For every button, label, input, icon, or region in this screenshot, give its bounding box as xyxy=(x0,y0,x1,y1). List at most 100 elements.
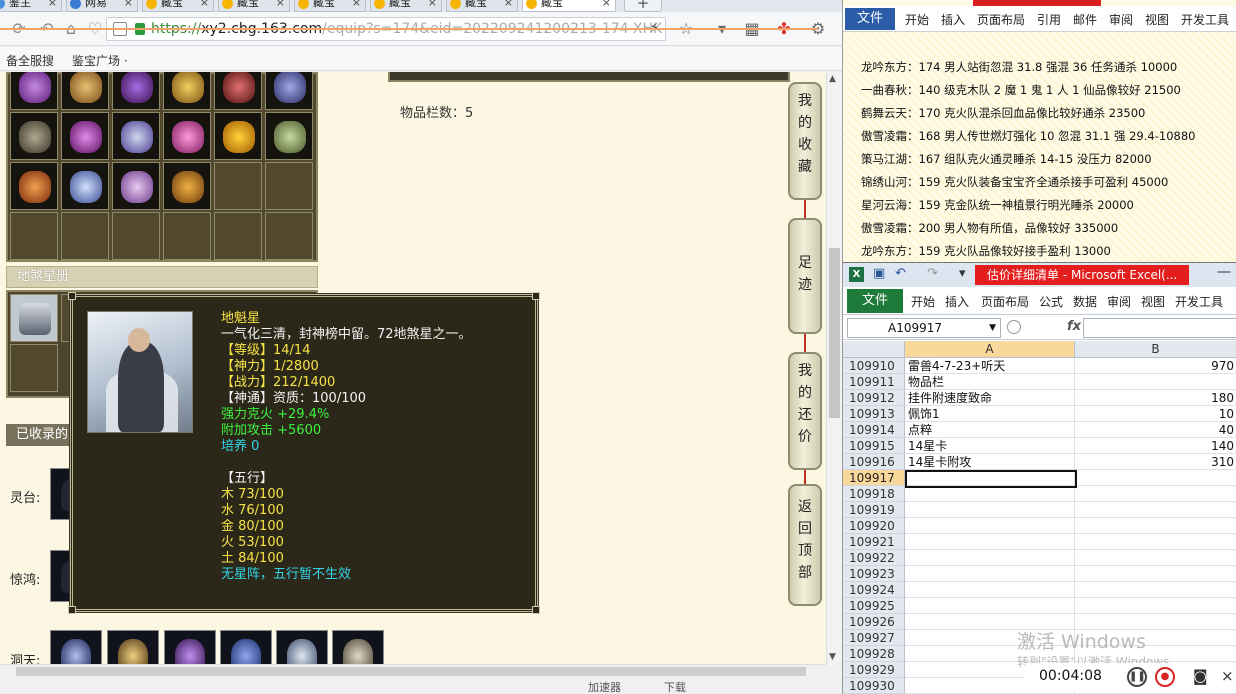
chevron-down-icon[interactable]: ▼ xyxy=(989,319,996,337)
row-header[interactable]: 109920 xyxy=(843,518,905,534)
browser-tab[interactable]: 鉴主 × xyxy=(0,0,62,12)
cancel-icon[interactable] xyxy=(1007,320,1021,334)
close-icon[interactable]: × xyxy=(1221,667,1234,685)
redo-icon[interactable]: ↷ xyxy=(927,266,938,281)
cell-b[interactable]: 10 xyxy=(1075,406,1236,422)
cell-a[interactable]: 雷兽4-7-23+听天 xyxy=(905,358,1075,374)
excel-menu-item[interactable]: 审阅 xyxy=(1107,293,1131,310)
scrollbar-thumb[interactable] xyxy=(829,248,840,418)
excel-menu-item[interactable]: 开始 xyxy=(911,293,935,310)
row-header[interactable]: 109914 xyxy=(843,422,905,438)
row-header[interactable]: 109928 xyxy=(843,646,905,662)
browser-tab[interactable]: 藏宝 × xyxy=(294,0,366,12)
row-header[interactable]: 109929 xyxy=(843,662,905,678)
row-header[interactable]: 109913 xyxy=(843,406,905,422)
cell-a[interactable] xyxy=(905,486,1075,502)
excel-menu-item[interactable]: 页面布局 xyxy=(981,293,1029,310)
row-header[interactable]: 109910 xyxy=(843,358,905,374)
pause-icon[interactable]: ❚❚ xyxy=(1127,667,1147,687)
tab-close-icon[interactable]: × xyxy=(352,0,361,11)
cell-b[interactable]: 140 xyxy=(1075,438,1236,454)
excel-menu-item[interactable]: 开发工具 xyxy=(1175,293,1223,310)
row-header[interactable]: 109923 xyxy=(843,566,905,582)
word-menu-item[interactable]: 开始 xyxy=(905,11,929,28)
cell-b[interactable] xyxy=(1075,486,1236,502)
row-header[interactable]: 109918 xyxy=(843,486,905,502)
undo-icon[interactable]: ↶ xyxy=(895,266,906,281)
formula-input[interactable] xyxy=(1083,318,1236,338)
cell-a[interactable]: 佩饰1 xyxy=(905,406,1075,422)
cell-b[interactable]: 180 xyxy=(1075,390,1236,406)
excel-menu-item[interactable]: 视图 xyxy=(1141,293,1165,310)
cell-b[interactable] xyxy=(1075,550,1236,566)
camera-icon[interactable]: ◙ xyxy=(1193,667,1208,685)
excel-file-tab[interactable]: 文件 xyxy=(847,289,903,313)
row-header[interactable]: 109912 xyxy=(843,390,905,406)
cell-b[interactable] xyxy=(1075,518,1236,534)
vertical-scrollbar[interactable]: ▲ ▼ xyxy=(826,72,842,664)
cell-a[interactable] xyxy=(905,534,1075,550)
browser-tab[interactable]: 藏宝 × xyxy=(370,0,442,12)
select-all-corner[interactable] xyxy=(843,341,905,358)
row-header[interactable]: 109924 xyxy=(843,582,905,598)
excel-menu-item[interactable]: 数据 xyxy=(1073,293,1097,310)
excel-menu-item[interactable]: 公式 xyxy=(1039,293,1063,310)
browser-tab[interactable]: 网易 × xyxy=(66,0,138,12)
cell-a[interactable]: 挂件附速度致命 xyxy=(905,390,1075,406)
word-menu-item[interactable]: 视图 xyxy=(1145,11,1169,28)
excel-menu-item[interactable]: 插入 xyxy=(945,293,969,310)
word-menu-item[interactable]: 插入 xyxy=(941,11,965,28)
cell-b[interactable] xyxy=(1075,598,1236,614)
name-box[interactable]: A109917 ▼ xyxy=(847,318,1001,338)
cell-b[interactable]: 310 xyxy=(1075,454,1236,470)
download-label[interactable]: 下载 xyxy=(664,679,686,694)
cell-b[interactable] xyxy=(1075,374,1236,390)
cell-a[interactable] xyxy=(905,598,1075,614)
accelerator-label[interactable]: 加速器 xyxy=(588,679,621,694)
browser-tab-active[interactable]: 藏宝 × xyxy=(522,0,616,12)
browser-tab[interactable]: 藏宝 × xyxy=(142,0,214,12)
cell-b[interactable] xyxy=(1075,534,1236,550)
cell-b[interactable] xyxy=(1075,502,1236,518)
tab-close-icon[interactable]: × xyxy=(276,0,285,11)
cell-a[interactable]: 14星卡 xyxy=(905,438,1075,454)
tab-close-icon[interactable]: × xyxy=(48,0,57,11)
word-document[interactable]: 龙吟东方：174 男人站街忽混 31.8 强混 36 任务通杀 10000 一曲… xyxy=(843,33,1236,262)
minimize-icon[interactable]: — xyxy=(1217,264,1231,280)
row-header[interactable]: 109915 xyxy=(843,438,905,454)
tab-close-icon[interactable]: × xyxy=(428,0,437,11)
new-tab-button[interactable]: + xyxy=(624,0,662,12)
cell-a[interactable] xyxy=(905,582,1075,598)
tab-close-icon[interactable]: × xyxy=(504,0,513,11)
row-header[interactable]: 109917 xyxy=(843,470,905,486)
save-icon[interactable]: ▣ xyxy=(873,266,885,281)
row-header[interactable]: 109930 xyxy=(843,678,905,694)
word-menu-item[interactable]: 审阅 xyxy=(1109,11,1133,28)
cell-a[interactable]: 14星卡附攻 xyxy=(905,454,1075,470)
row-header[interactable]: 109925 xyxy=(843,598,905,614)
row-header[interactable]: 109911 xyxy=(843,374,905,390)
browser-tab[interactable]: 藏宝 × xyxy=(218,0,290,12)
word-file-tab[interactable]: 文件 xyxy=(845,8,895,30)
scroll-up-icon[interactable]: ▲ xyxy=(829,74,836,84)
word-menu-item[interactable]: 邮件 xyxy=(1073,11,1097,28)
row-header[interactable]: 109919 xyxy=(843,502,905,518)
cell-a[interactable] xyxy=(905,566,1075,582)
cell-b[interactable] xyxy=(1075,566,1236,582)
tab-close-icon[interactable]: × xyxy=(124,0,133,11)
cell-a[interactable] xyxy=(905,502,1075,518)
row-header[interactable]: 109916 xyxy=(843,454,905,470)
customize-qat-icon[interactable]: ▾ xyxy=(959,266,966,281)
column-header-b[interactable]: B xyxy=(1075,341,1236,358)
scrollbar-thumb[interactable] xyxy=(16,667,806,676)
cell-a[interactable]: 点粹 xyxy=(905,422,1075,438)
cell-b[interactable] xyxy=(1075,582,1236,598)
row-header[interactable]: 109926 xyxy=(843,614,905,630)
insert-function-icon[interactable]: fx xyxy=(1067,319,1081,334)
cell-a[interactable]: 物品栏 xyxy=(905,374,1075,390)
cell-b[interactable]: 970 xyxy=(1075,358,1236,374)
row-header[interactable]: 109921 xyxy=(843,534,905,550)
column-header-a[interactable]: A xyxy=(905,341,1075,358)
stop-record-icon[interactable]: ● xyxy=(1155,667,1175,687)
word-menu-item[interactable]: 开发工具 xyxy=(1181,11,1229,28)
